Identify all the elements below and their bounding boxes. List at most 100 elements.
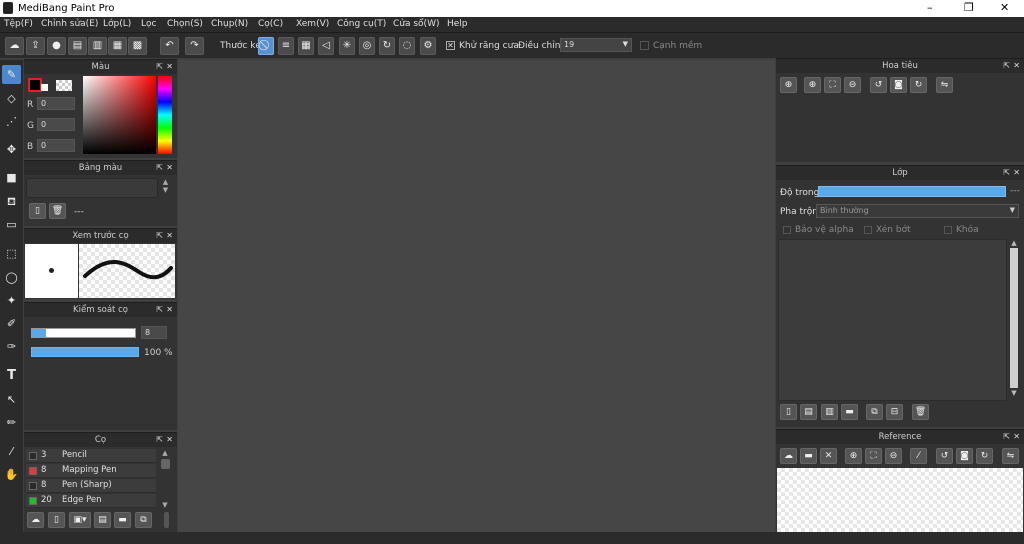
zoom-in-icon[interactable]: ⊕	[804, 77, 821, 93]
brush-panel-grip[interactable]	[164, 512, 169, 528]
page-icon[interactable]: ▥	[88, 37, 107, 55]
hand-tool-icon[interactable]: ✋	[2, 465, 21, 484]
fit-screen-icon[interactable]: ⛶	[824, 77, 841, 93]
delete-layer-icon[interactable]: 🗑	[912, 404, 929, 420]
select-eraser-tool-icon[interactable]: ✑	[2, 337, 21, 356]
g-input[interactable]: 0	[37, 118, 75, 131]
brush-list-item[interactable]: 8 Mapping Pen	[26, 464, 156, 478]
radial-ruler-icon[interactable]: ✳	[339, 37, 355, 55]
adjust-select[interactable]: 19 ▼	[560, 38, 632, 52]
close-icon[interactable]: ✕	[1013, 59, 1020, 73]
eyedropper-tool-icon[interactable]: ⁄	[2, 442, 21, 461]
new-folder-icon[interactable]: ▬	[841, 404, 858, 420]
bucket-tool-icon[interactable]: ⛾	[2, 192, 21, 211]
undock-icon[interactable]: ⇱	[1003, 166, 1010, 180]
brush-folder-icon[interactable]: ▬	[114, 512, 131, 528]
secondary-color-swatch[interactable]	[41, 84, 48, 91]
transparent-color-swatch[interactable]	[56, 80, 72, 91]
close-icon[interactable]: ✕	[166, 229, 173, 243]
rotate-right-icon[interactable]: ↻	[910, 77, 927, 93]
close-icon[interactable]: ✕	[166, 303, 173, 317]
fill-rect-tool-icon[interactable]: ■	[2, 168, 21, 187]
brush-list-scrollbar[interactable]: ▲ ▼	[159, 449, 171, 509]
select-pen-tool-icon[interactable]: ✐	[2, 314, 21, 333]
open-reference-icon[interactable]: ▬	[800, 448, 817, 464]
brush-list-item[interactable]: 8 Pen (Sharp)	[26, 479, 156, 493]
menu-file[interactable]: Tệp(F)	[4, 19, 33, 29]
new-1bit-layer-icon[interactable]: ▥	[821, 404, 838, 420]
menu-brush[interactable]: Cọ(C)	[258, 19, 283, 29]
menu-filter[interactable]: Lọc	[141, 19, 156, 29]
undo-icon[interactable]: ↶	[160, 37, 179, 55]
speech-bubble-icon[interactable]: ●	[47, 37, 66, 55]
operation-tool-icon[interactable]: ↖	[2, 390, 21, 409]
rotate-left-icon[interactable]: ↺	[870, 77, 887, 93]
brush-list-item[interactable]: 20 Edge Pen	[26, 494, 156, 508]
menu-tools[interactable]: Công cụ(T)	[337, 19, 386, 29]
blend-mode-select[interactable]: Bình thường ▼	[816, 204, 1019, 218]
undock-icon[interactable]: ⇱	[156, 433, 163, 447]
rotate-left-icon[interactable]: ↺	[936, 448, 953, 464]
undock-icon[interactable]: ⇱	[1003, 430, 1010, 444]
add-brush-icon[interactable]: ▣▾	[69, 512, 91, 528]
new-halftone-layer-icon[interactable]: ▤	[800, 404, 817, 420]
perspective-ruler-icon[interactable]: ◁	[318, 37, 334, 55]
zoom-out-icon[interactable]: ⊖	[885, 448, 902, 464]
reference-image-area[interactable]	[777, 468, 1023, 532]
smooth-checkbox[interactable]	[640, 41, 649, 50]
new-layer-icon[interactable]: ▯	[780, 404, 797, 420]
flip-horizontal-icon[interactable]: ⇋	[1002, 448, 1019, 464]
undock-icon[interactable]: ⇱	[156, 229, 163, 243]
b-input[interactable]: 0	[37, 139, 75, 152]
menu-window[interactable]: Cửa sổ(W)	[393, 19, 439, 29]
hue-slider[interactable]	[158, 76, 172, 154]
close-icon[interactable]: ✕	[166, 161, 173, 175]
grid-ruler-icon[interactable]: ▦	[298, 37, 314, 55]
page-grid-icon[interactable]: ▩	[128, 37, 147, 55]
maximize-button[interactable]: ❐	[964, 1, 974, 14]
delete-palette-icon[interactable]: 🗑	[49, 203, 66, 219]
cloud-reference-icon[interactable]: ☁	[780, 448, 797, 464]
menu-layer[interactable]: Lớp(L)	[103, 19, 131, 29]
palette-list[interactable]	[26, 178, 158, 198]
brush-size-slider[interactable]	[31, 328, 136, 338]
protect-alpha-checkbox[interactable]	[783, 226, 791, 234]
menu-select[interactable]: Chọn(S)	[167, 19, 203, 29]
merge-layer-icon[interactable]: ⊟	[886, 404, 903, 420]
eraser-tool-icon[interactable]: ◇	[2, 89, 21, 108]
eyedropper-icon[interactable]: ⁄	[910, 448, 927, 464]
new-brush-icon[interactable]: ▯	[48, 512, 65, 528]
ruler-settings-icon[interactable]: ⚙	[420, 37, 436, 55]
duplicate-brush-icon[interactable]: ⧉	[135, 512, 152, 528]
divide-tool-icon[interactable]: ✏	[2, 413, 21, 432]
cloud-brush-icon[interactable]: ☁	[27, 512, 44, 528]
zoom-fit-icon[interactable]: ⊕	[780, 77, 797, 93]
undock-icon[interactable]: ⇱	[156, 60, 163, 74]
reset-view-icon[interactable]: ◙	[890, 77, 907, 93]
close-icon[interactable]: ✕	[1013, 430, 1020, 444]
magic-wand-tool-icon[interactable]: ✦	[2, 291, 21, 310]
brush-size-input[interactable]: 8	[141, 326, 167, 339]
primary-color-swatch[interactable]	[28, 78, 42, 92]
comment-icon[interactable]: ▤	[68, 37, 87, 55]
export-icon[interactable]: ⇪	[26, 37, 45, 55]
new-palette-icon[interactable]: ▯	[29, 203, 46, 219]
lock-checkbox[interactable]	[944, 226, 952, 234]
clipping-checkbox[interactable]	[864, 226, 872, 234]
close-icon[interactable]: ✕	[1013, 166, 1020, 180]
palette-scrollbar[interactable]: ▲ ▼	[160, 178, 171, 198]
text-tool-icon[interactable]: T	[2, 366, 21, 385]
menu-help[interactable]: Help	[447, 19, 468, 29]
parallel-ruler-icon[interactable]: ≡	[278, 37, 294, 55]
zoom-out-icon[interactable]: ⊖	[844, 77, 861, 93]
layer-list[interactable]	[778, 239, 1007, 401]
page-list-icon[interactable]: ▦	[108, 37, 127, 55]
layer-list-scrollbar[interactable]: ▲ ▼	[1008, 239, 1020, 401]
ellipse-ruler-icon[interactable]: ◌	[399, 37, 415, 55]
undock-icon[interactable]: ⇱	[156, 303, 163, 317]
r-input[interactable]: 0	[37, 97, 75, 110]
minimize-button[interactable]: –	[927, 1, 933, 14]
concentric-ruler-icon[interactable]: ◎	[359, 37, 375, 55]
close-button[interactable]: ✕	[1000, 1, 1009, 14]
brush-list-item[interactable]: 3 Pencil	[26, 449, 156, 463]
